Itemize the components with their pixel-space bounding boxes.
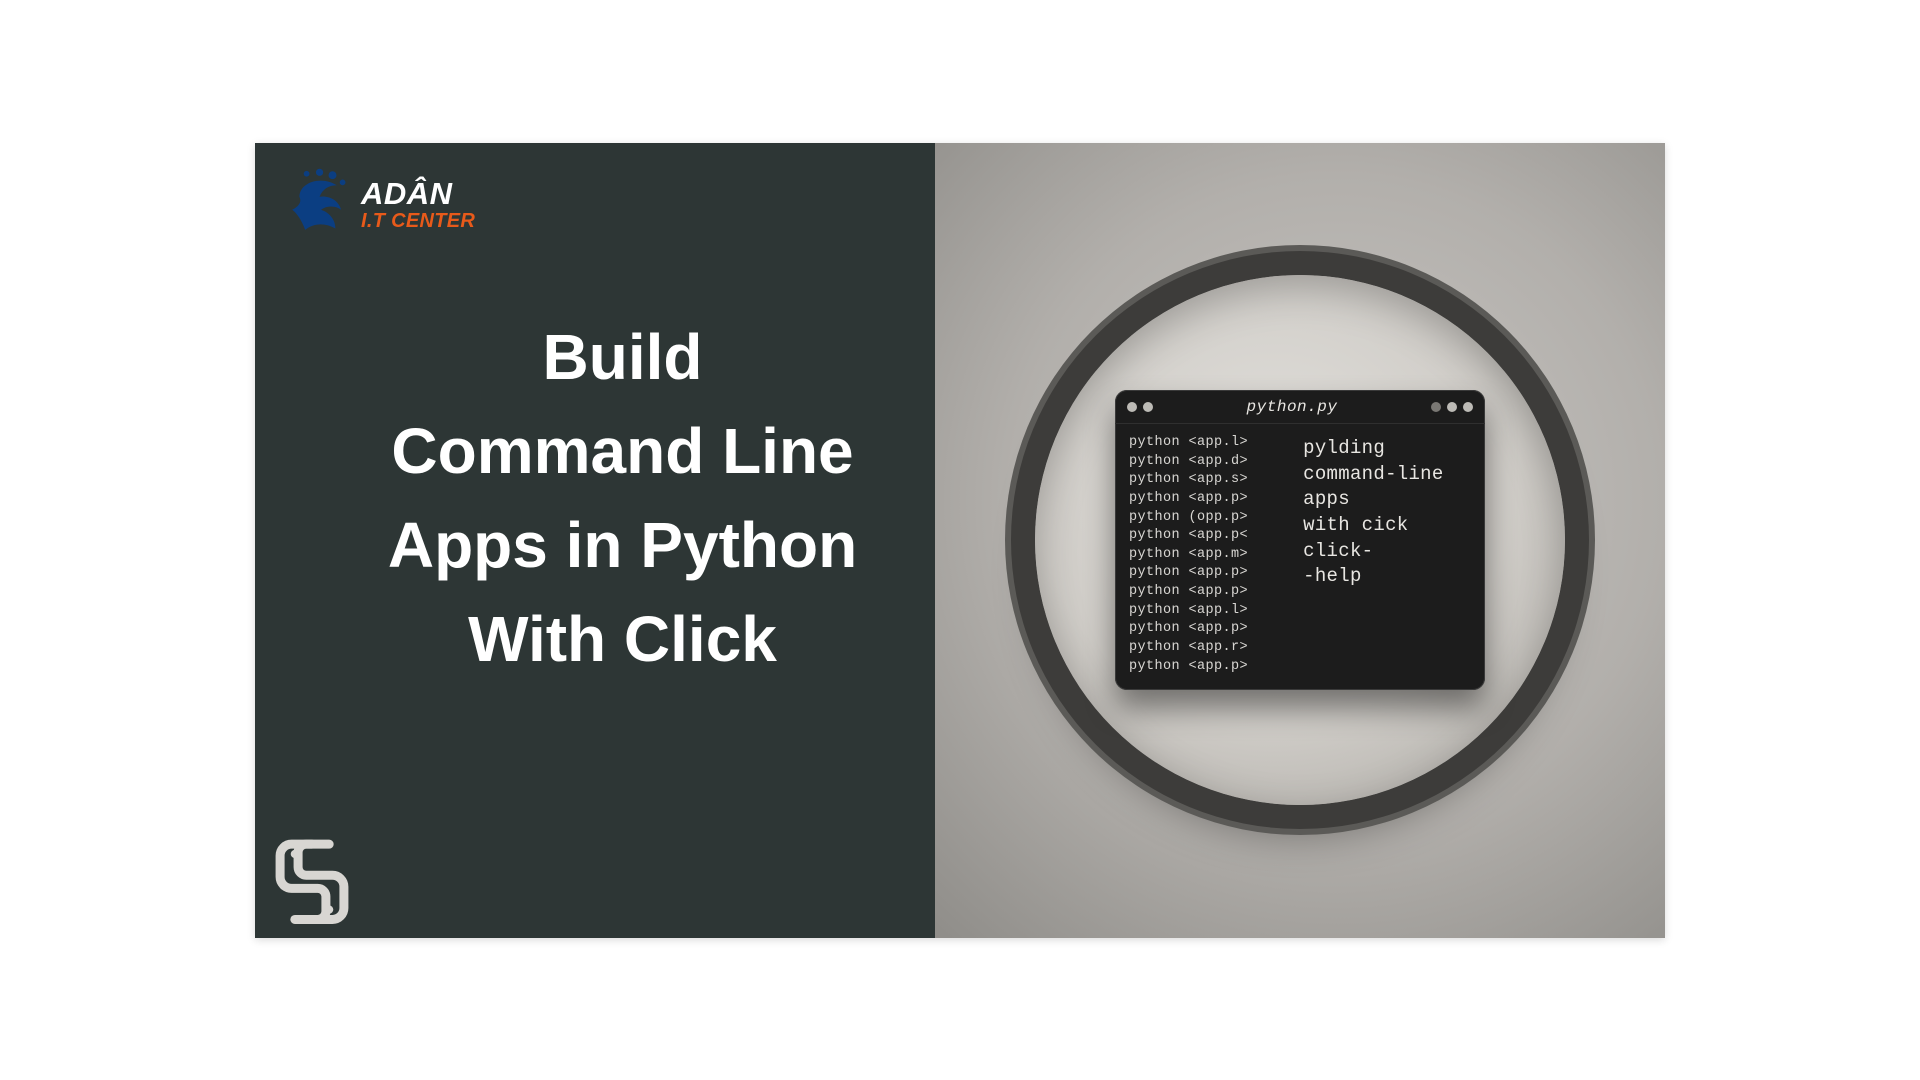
terminal-line: python <app.l> bbox=[1129, 602, 1293, 621]
terminal-window: python.py python <app.l> python <app.d> … bbox=[1115, 390, 1485, 690]
headline: Build Command Line Apps in Python With C… bbox=[285, 310, 905, 686]
terminal-line: python <app.p> bbox=[1129, 620, 1293, 639]
logo-icon bbox=[285, 168, 357, 240]
terminal-text: pylding bbox=[1303, 436, 1471, 462]
terminal-body: python <app.l> python <app.d> python <ap… bbox=[1115, 424, 1485, 690]
python-logo-icon bbox=[267, 836, 357, 926]
left-panel: ADÂN I.T CENTER Build Command Line Apps … bbox=[255, 143, 935, 938]
window-dot-icon bbox=[1447, 402, 1457, 412]
window-controls-right bbox=[1431, 402, 1473, 412]
logo-text: ADÂN I.T CENTER bbox=[361, 178, 475, 231]
terminal-text: command-line apps bbox=[1303, 462, 1471, 513]
terminal-right-column: pylding command-line apps with cick clic… bbox=[1303, 434, 1471, 676]
terminal-text: click- bbox=[1303, 539, 1471, 565]
right-panel: python.py python <app.l> python <app.d> … bbox=[935, 143, 1665, 938]
terminal-line: python <app.l> bbox=[1129, 434, 1293, 453]
terminal-line: python <app.p< bbox=[1129, 527, 1293, 546]
terminal-line: python <app.d> bbox=[1129, 453, 1293, 472]
window-controls-left bbox=[1127, 402, 1153, 412]
terminal-text: -help bbox=[1303, 564, 1471, 590]
terminal-line: python <app.p> bbox=[1129, 658, 1293, 677]
lens-frame: python.py python <app.l> python <app.d> … bbox=[1035, 275, 1565, 805]
terminal-line: python <app.p> bbox=[1129, 490, 1293, 509]
terminal-line: python <app.m> bbox=[1129, 546, 1293, 565]
terminal-line: python (opp.p> bbox=[1129, 509, 1293, 528]
banner: ADÂN I.T CENTER Build Command Line Apps … bbox=[255, 143, 1665, 938]
terminal-line: python <app.p> bbox=[1129, 583, 1293, 602]
logo-line2: I.T CENTER bbox=[361, 211, 475, 231]
window-dot-icon bbox=[1143, 402, 1153, 412]
window-dot-icon bbox=[1431, 402, 1441, 412]
terminal-left-column: python <app.l> python <app.d> python <ap… bbox=[1129, 434, 1293, 676]
terminal-line: python <app.p> bbox=[1129, 564, 1293, 583]
terminal-line: python <app.r> bbox=[1129, 639, 1293, 658]
window-dot-icon bbox=[1127, 402, 1137, 412]
window-dot-icon bbox=[1463, 402, 1473, 412]
terminal-title: python.py bbox=[1247, 398, 1338, 416]
terminal-text: with cick bbox=[1303, 513, 1471, 539]
logo: ADÂN I.T CENTER bbox=[285, 168, 905, 240]
logo-line1: ADÂN bbox=[361, 178, 475, 209]
terminal-titlebar: python.py bbox=[1115, 390, 1485, 424]
terminal-line: python <app.s> bbox=[1129, 471, 1293, 490]
